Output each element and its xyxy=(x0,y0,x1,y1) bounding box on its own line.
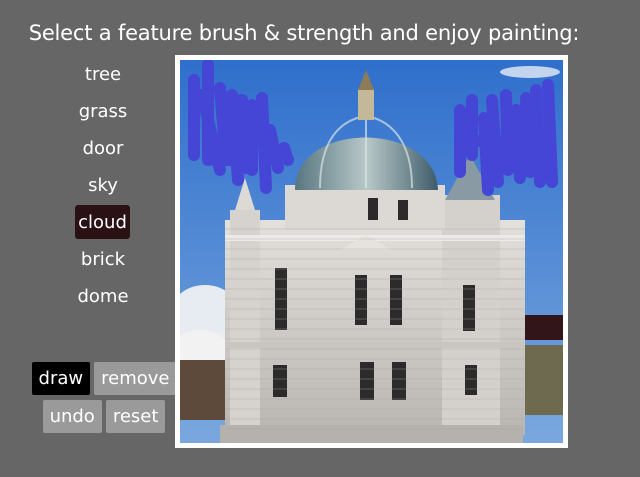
feature-cloud[interactable]: cloud xyxy=(75,205,130,239)
feature-dome[interactable]: dome xyxy=(66,279,140,313)
ground-right xyxy=(525,345,563,415)
cloud-shape xyxy=(500,66,560,78)
painting-canvas-frame xyxy=(175,55,568,448)
draw-remove-row: draw remove xyxy=(31,362,177,395)
reset-button[interactable]: reset xyxy=(105,400,166,433)
tool-panel: draw remove undo reset xyxy=(31,362,177,438)
ground-left xyxy=(180,360,225,420)
feature-brush-list: tree grass door sky cloud brick dome xyxy=(66,57,140,316)
wall-texture xyxy=(225,220,525,435)
dome-lantern xyxy=(358,90,374,120)
feature-door[interactable]: door xyxy=(66,131,140,165)
instructions-text: Select a feature brush & strength and en… xyxy=(28,21,580,45)
window xyxy=(398,200,408,220)
feature-brick[interactable]: brick xyxy=(66,242,140,276)
feature-tree[interactable]: tree xyxy=(66,57,140,91)
painting-canvas[interactable] xyxy=(180,60,563,443)
remove-button[interactable]: remove xyxy=(94,362,177,395)
feature-grass[interactable]: grass xyxy=(66,94,140,128)
tree-area xyxy=(525,315,563,340)
window xyxy=(368,198,378,220)
undo-button[interactable]: undo xyxy=(42,400,102,433)
undo-reset-row: undo reset xyxy=(34,400,174,433)
feature-sky[interactable]: sky xyxy=(66,168,140,202)
draw-button[interactable]: draw xyxy=(31,362,91,395)
